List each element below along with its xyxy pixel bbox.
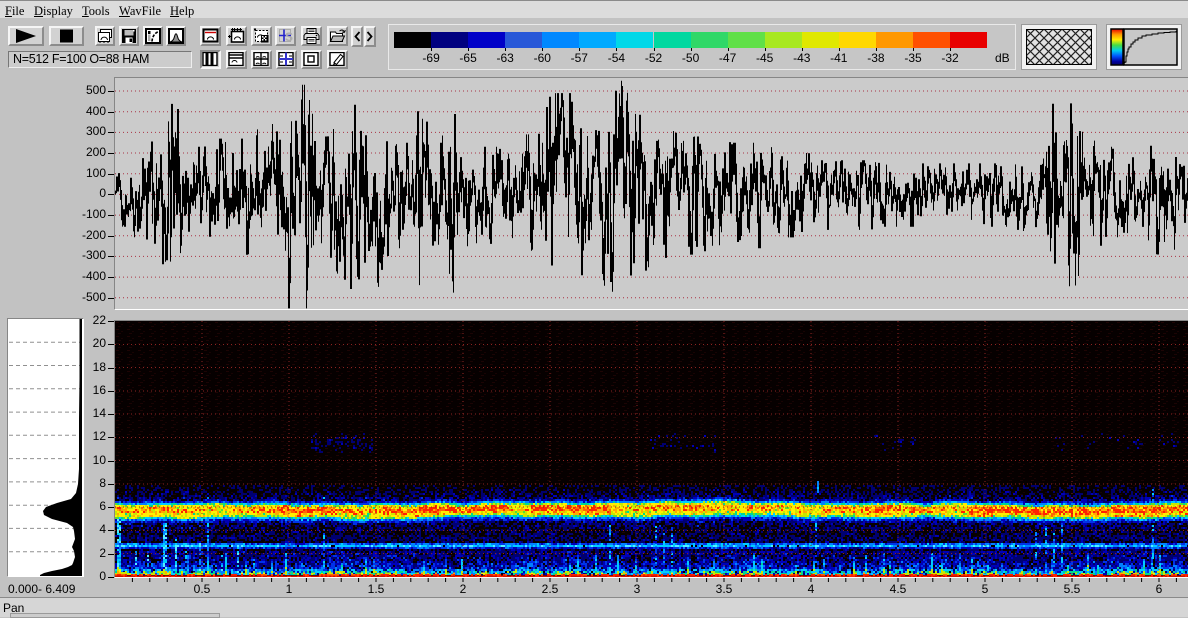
svg-text:S: S: [285, 30, 293, 44]
